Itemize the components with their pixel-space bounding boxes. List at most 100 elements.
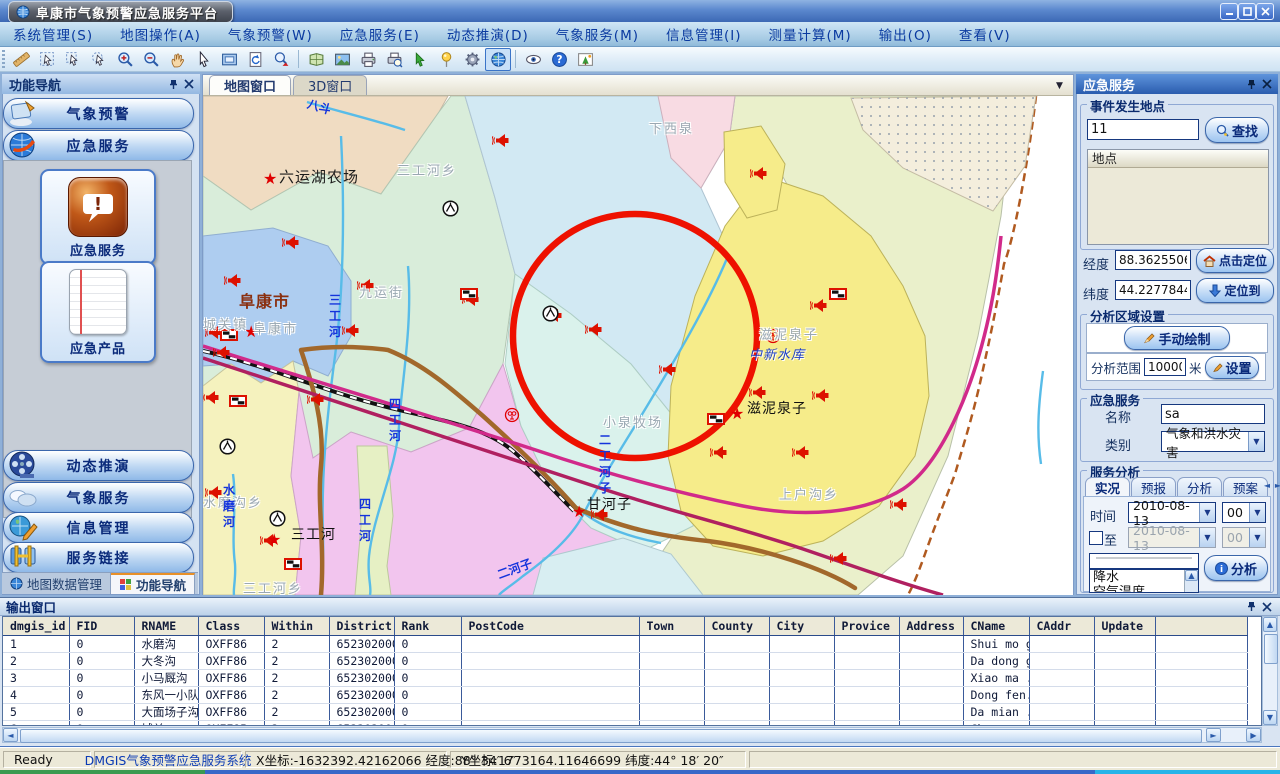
column-header[interactable]: CAddr bbox=[1029, 617, 1094, 636]
scene-export-icon[interactable] bbox=[572, 48, 598, 71]
service-type-dropdown[interactable]: 气象和洪水灾害▼ bbox=[1161, 431, 1265, 452]
table-row[interactable]: 60城关OXFF8526523020000Cheng guan bbox=[3, 721, 1247, 727]
settings-gear-icon[interactable] bbox=[459, 48, 485, 71]
column-header[interactable]: RNAME bbox=[134, 617, 198, 636]
identify-icon[interactable] bbox=[268, 48, 294, 71]
maximize-button[interactable] bbox=[1238, 3, 1256, 20]
menu-item[interactable]: 查看(V) bbox=[959, 24, 1011, 44]
column-header[interactable]: Rank bbox=[394, 617, 461, 636]
select-partial-icon[interactable] bbox=[60, 48, 86, 71]
pin-icon[interactable] bbox=[1244, 599, 1259, 614]
latitude-input[interactable] bbox=[1115, 280, 1191, 300]
nav-dynamic-deduction-button[interactable]: 动态推演 bbox=[3, 450, 194, 481]
tab-map-window[interactable]: 地图窗口 bbox=[209, 75, 291, 95]
column-header[interactable]: Update bbox=[1094, 617, 1155, 636]
globe-service-icon[interactable] bbox=[485, 48, 511, 71]
table-row[interactable]: 10水磨沟OXFF8626523020000Shui mo gou bbox=[3, 636, 1247, 653]
menu-item[interactable]: 气象预警(W) bbox=[228, 24, 313, 44]
weather-element-listbox[interactable]: 降水空气温度 ▲ bbox=[1089, 569, 1199, 593]
select-feature-icon[interactable] bbox=[407, 48, 433, 71]
end-date-dropdown[interactable]: 2010-08-13▼ bbox=[1128, 527, 1216, 548]
pointer-icon[interactable] bbox=[190, 48, 216, 71]
pin-icon[interactable] bbox=[1244, 77, 1259, 92]
tab-scroll-right-icon[interactable]: ► bbox=[1275, 481, 1280, 490]
select-point-icon[interactable] bbox=[86, 48, 112, 71]
nav-weather-warning-button[interactable]: 气象预警 bbox=[3, 98, 194, 129]
vertical-scrollbar[interactable]: ▲ ▼ bbox=[1262, 616, 1278, 726]
toolbar-grip[interactable] bbox=[2, 50, 5, 68]
column-header[interactable]: County bbox=[704, 617, 769, 636]
map-canvas[interactable]: ★★★★★ 八斗六运湖农场三工河乡下西泉九运街阜康市城关镇阜康市滋泥泉子中新水库… bbox=[203, 96, 1073, 595]
analysis-tab-3[interactable]: 分析 bbox=[1177, 477, 1222, 497]
print-icon[interactable] bbox=[355, 48, 381, 71]
locate-by-click-button[interactable]: 点击定位 bbox=[1196, 248, 1274, 273]
nav-emergency-service-button[interactable]: 应急服务 bbox=[3, 130, 194, 161]
scroll-up-icon[interactable]: ▲ bbox=[1263, 617, 1277, 632]
close-icon[interactable] bbox=[1259, 599, 1274, 614]
menu-item[interactable]: 地图操作(A) bbox=[120, 24, 201, 44]
column-header[interactable]: Provice bbox=[834, 617, 899, 636]
ruler-icon[interactable] bbox=[8, 48, 34, 71]
list-column-header[interactable]: 地点 bbox=[1088, 150, 1268, 168]
tab-map-data-management[interactable]: 地图数据管理 bbox=[2, 573, 111, 594]
search-button[interactable]: 查找 bbox=[1205, 117, 1269, 143]
zoom-out-icon[interactable] bbox=[138, 48, 164, 71]
pan-icon[interactable] bbox=[164, 48, 190, 71]
analysis-tab-1[interactable]: 实况 bbox=[1085, 477, 1130, 497]
minimize-button[interactable] bbox=[1220, 3, 1238, 20]
tab-list-dropdown-icon[interactable]: ▼ bbox=[1052, 79, 1067, 93]
menu-item[interactable]: 信息管理(I) bbox=[666, 24, 742, 44]
location-results-list[interactable]: 地点 bbox=[1087, 149, 1269, 245]
table-row[interactable]: 30小马厩沟OXFF8626523020000Xiao ma ... bbox=[3, 670, 1247, 687]
emergency-service-shortcut[interactable]: ! 应急服务 bbox=[40, 169, 156, 265]
column-header[interactable]: Class bbox=[198, 617, 264, 636]
help-icon[interactable]: ? bbox=[546, 48, 572, 71]
scroll-down-icon[interactable]: ▼ bbox=[1263, 710, 1277, 725]
eye-visibility-icon[interactable] bbox=[520, 48, 546, 71]
scroll-up-icon[interactable]: ▲ bbox=[1185, 570, 1198, 581]
column-header[interactable]: Within bbox=[264, 617, 329, 636]
column-header[interactable]: FID bbox=[69, 617, 134, 636]
locate-to-button[interactable]: 定位到 bbox=[1196, 278, 1274, 303]
refresh-icon[interactable] bbox=[242, 48, 268, 71]
menu-item[interactable]: 应急服务(E) bbox=[340, 24, 420, 44]
close-icon[interactable] bbox=[181, 77, 196, 92]
menu-item[interactable]: 系统管理(S) bbox=[13, 24, 93, 44]
pin-icon[interactable] bbox=[166, 77, 181, 92]
column-header[interactable]: CName bbox=[963, 617, 1029, 636]
location-search-input[interactable] bbox=[1087, 119, 1199, 140]
list-item[interactable]: 降水 bbox=[1090, 570, 1182, 585]
horizontal-scrollbar[interactable]: ◄ ► ▶ bbox=[2, 727, 1262, 743]
nav-info-management-button[interactable]: 信息管理 bbox=[3, 512, 194, 543]
column-header[interactable]: City bbox=[769, 617, 834, 636]
column-header[interactable]: PostCode bbox=[461, 617, 639, 636]
menu-item[interactable]: 测量计算(M) bbox=[769, 24, 852, 44]
print-preview-icon[interactable] bbox=[381, 48, 407, 71]
column-header[interactable]: District bbox=[329, 617, 394, 636]
set-range-button[interactable]: 设置 bbox=[1205, 356, 1259, 379]
map-export-icon[interactable] bbox=[303, 48, 329, 71]
date-dropdown[interactable]: 2010-08-13▼ bbox=[1128, 502, 1216, 523]
manual-draw-button[interactable]: 手动绘制 bbox=[1124, 326, 1230, 350]
scrollbar-thumb[interactable] bbox=[20, 729, 1202, 743]
zoom-in-icon[interactable] bbox=[112, 48, 138, 71]
tab-3d-window[interactable]: 3D窗口 bbox=[293, 75, 367, 95]
image-view-icon[interactable] bbox=[329, 48, 355, 71]
to-date-checkbox[interactable] bbox=[1089, 531, 1103, 545]
service-name-input[interactable] bbox=[1161, 404, 1265, 424]
table-row[interactable]: 40东风一小队OXFF8626523020000Dong fen... bbox=[3, 687, 1247, 704]
nav-weather-service-button[interactable]: 气象服务 bbox=[3, 482, 194, 513]
dataset-combo[interactable] bbox=[1089, 553, 1199, 569]
select-icon[interactable] bbox=[34, 48, 60, 71]
analysis-tab-2[interactable]: 预报 bbox=[1131, 477, 1176, 497]
nav-service-link-button[interactable]: 服务链接 bbox=[3, 542, 194, 573]
analysis-range-input[interactable] bbox=[1144, 358, 1186, 376]
tab-scroll-left-icon[interactable]: ◄ bbox=[1264, 481, 1270, 490]
menu-item[interactable]: 输出(O) bbox=[879, 24, 932, 44]
close-button[interactable] bbox=[1256, 3, 1274, 20]
end-hour-dropdown[interactable]: 00▼ bbox=[1222, 527, 1266, 548]
table-row[interactable]: 50大面场子沟OXFF8626523020000Da mian ... bbox=[3, 704, 1247, 721]
scrollbar-thumb[interactable] bbox=[1264, 634, 1278, 664]
hour-dropdown[interactable]: 00▼ bbox=[1222, 502, 1266, 523]
scroll-left-icon[interactable]: ◄ bbox=[3, 728, 18, 742]
